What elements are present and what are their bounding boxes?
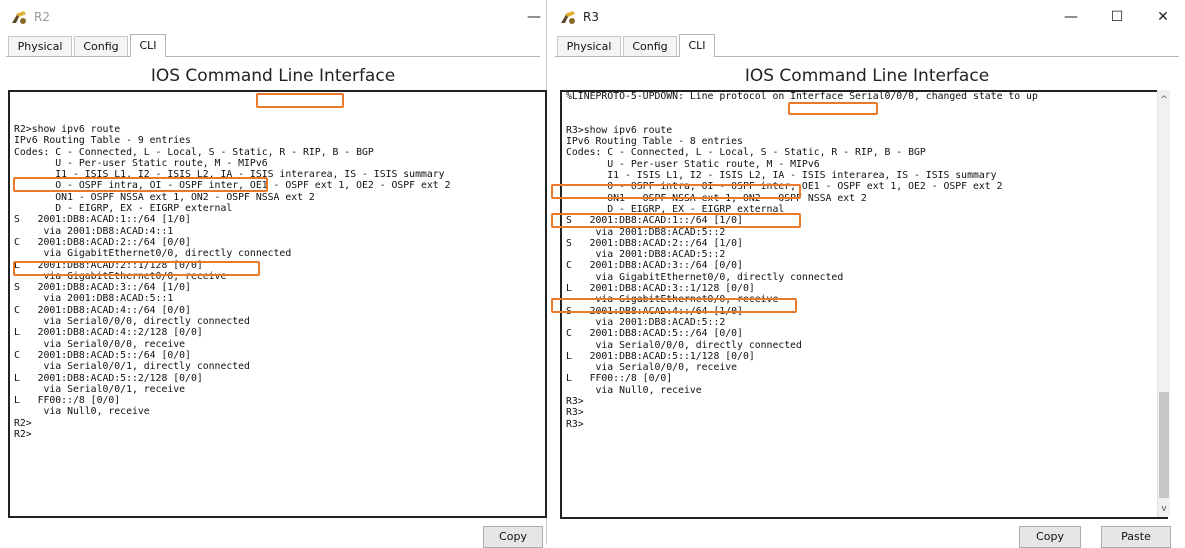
r2-titlebar[interactable]: R2 —: [0, 0, 546, 34]
r3-titlebar[interactable]: R3 — ☐ ✕: [549, 0, 1185, 34]
router-app-icon: [559, 10, 577, 26]
scrollbar-thumb[interactable]: [1159, 392, 1169, 498]
highlight-r3-isis-line: [551, 184, 801, 199]
scroll-down-arrow-icon[interactable]: v: [1158, 503, 1170, 515]
r2-tab-physical[interactable]: Physical: [8, 36, 72, 56]
r3-console-scrollbar[interactable]: ^ v: [1157, 90, 1170, 517]
r3-close-button[interactable]: ✕: [1141, 4, 1185, 30]
r3-window-title: R3: [583, 10, 599, 24]
router-app-icon: [10, 10, 28, 26]
r3-tab-cli[interactable]: CLI: [679, 34, 715, 57]
r2-tab-cli[interactable]: CLI: [130, 34, 166, 57]
r3-minimize-button[interactable]: —: [1049, 4, 1093, 30]
highlight-r2-top: [256, 93, 344, 108]
r3-console-output: %LINEPROTO-5-UPDOWN: Line protocol on In…: [566, 91, 1038, 430]
highlight-r2-isis-line: [13, 177, 268, 192]
r3-tab-bar: Physical Config CLI: [555, 34, 1179, 57]
r2-console-output: R2>show ipv6 route IPv6 Routing Table - …: [14, 124, 451, 441]
r2-tab-config[interactable]: Config: [74, 36, 128, 56]
r2-console[interactable]: R2>show ipv6 route IPv6 Routing Table - …: [8, 90, 547, 518]
r3-maximize-button[interactable]: ☐: [1095, 4, 1139, 30]
r3-panel-title: IOS Command Line Interface: [744, 66, 990, 86]
r3-tab-config[interactable]: Config: [623, 36, 677, 56]
r3-window: R3 — ☐ ✕ Physical Config CLI IOS Command…: [549, 0, 1185, 548]
highlight-r3-top: [788, 102, 878, 115]
scroll-up-arrow-icon[interactable]: ^: [1158, 94, 1170, 106]
highlight-r2-acad2-route: [13, 261, 260, 276]
r2-tab-bar: Physical Config CLI: [6, 34, 540, 57]
highlight-r3-acad3-route: [551, 298, 797, 313]
r3-tab-physical[interactable]: Physical: [557, 36, 621, 56]
r2-window-title: R2: [34, 10, 50, 24]
highlight-r3-on1-line: [551, 213, 801, 228]
r2-panel-title: IOS Command Line Interface: [150, 66, 396, 86]
